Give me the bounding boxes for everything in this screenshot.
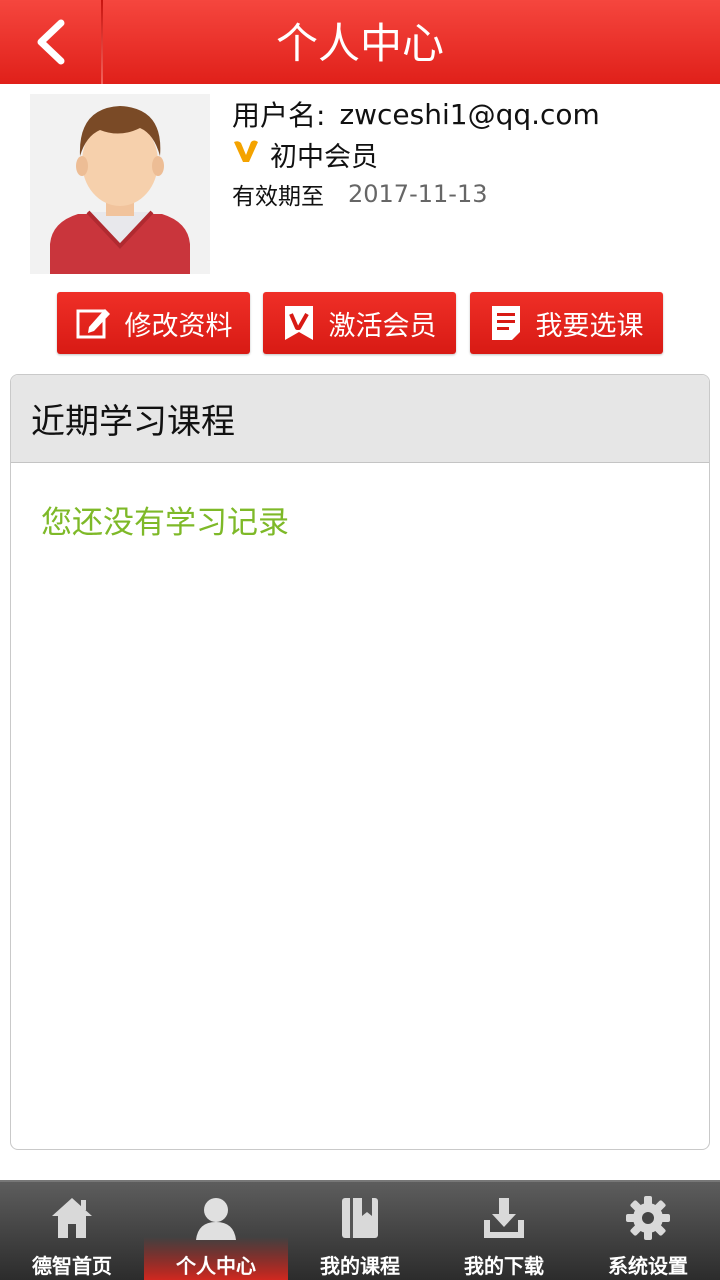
app-header: 个人中心 [0, 0, 720, 84]
username-label: 用户名: [232, 99, 326, 132]
book-icon [336, 1194, 384, 1246]
username-value: zwceshi1@qq.com [339, 97, 600, 131]
tab-profile[interactable]: 个人中心 [144, 1182, 288, 1280]
bottom-tab-bar: 德智首页 个人中心 我的课程 我的下载 系统设置 [0, 1180, 720, 1280]
user-icon [192, 1194, 240, 1246]
select-course-label: 我要选课 [535, 310, 644, 342]
username-row: 用户名: zwceshi1@qq.com [232, 94, 702, 134]
vip-v-icon [232, 138, 260, 171]
tab-downloads-label: 我的下载 [464, 1254, 544, 1278]
empty-state-text: 您还没有学习记录 [41, 505, 289, 541]
download-icon [480, 1194, 528, 1246]
expiry-label: 有效期至 [232, 184, 324, 210]
recent-courses-title: 近期学习课程 [11, 375, 709, 463]
avatar[interactable] [30, 94, 210, 274]
tab-settings[interactable]: 系统设置 [576, 1182, 720, 1280]
edit-profile-button[interactable]: 修改资料 [57, 292, 250, 354]
member-row: 初中会员 [232, 134, 702, 174]
expiry-date: 2017-11-13 [348, 180, 488, 208]
tab-settings-label: 系统设置 [608, 1254, 688, 1278]
member-level: 初中会员 [270, 141, 378, 173]
tab-profile-label: 个人中心 [176, 1254, 256, 1278]
recent-courses-panel: 近期学习课程 您还没有学习记录 [10, 374, 710, 1150]
select-course-button[interactable]: 我要选课 [470, 292, 663, 354]
page-title: 个人中心 [275, 19, 444, 68]
activate-member-button[interactable]: 激活会员 [263, 292, 456, 354]
edit-icon [75, 305, 111, 341]
tab-downloads[interactable]: 我的下载 [432, 1182, 576, 1280]
tab-home-label: 德智首页 [32, 1254, 112, 1278]
user-info: 用户名: zwceshi1@qq.com 初中会员 有效期至 2017-11-1… [232, 94, 702, 214]
action-buttons: 修改资料 激活会员 我要选课 [57, 292, 663, 354]
default-avatar-icon [30, 94, 210, 274]
tab-home[interactable]: 德智首页 [0, 1182, 144, 1280]
home-icon [48, 1194, 96, 1246]
gear-icon [624, 1194, 672, 1246]
document-icon [490, 304, 522, 342]
vip-badge-icon [283, 304, 315, 342]
tab-my-courses-label: 我的课程 [320, 1254, 400, 1278]
expiry-row: 有效期至 2017-11-13 [232, 174, 702, 214]
tab-my-courses[interactable]: 我的课程 [288, 1182, 432, 1280]
edit-profile-label: 修改资料 [124, 310, 233, 342]
activate-member-label: 激活会员 [328, 310, 437, 342]
